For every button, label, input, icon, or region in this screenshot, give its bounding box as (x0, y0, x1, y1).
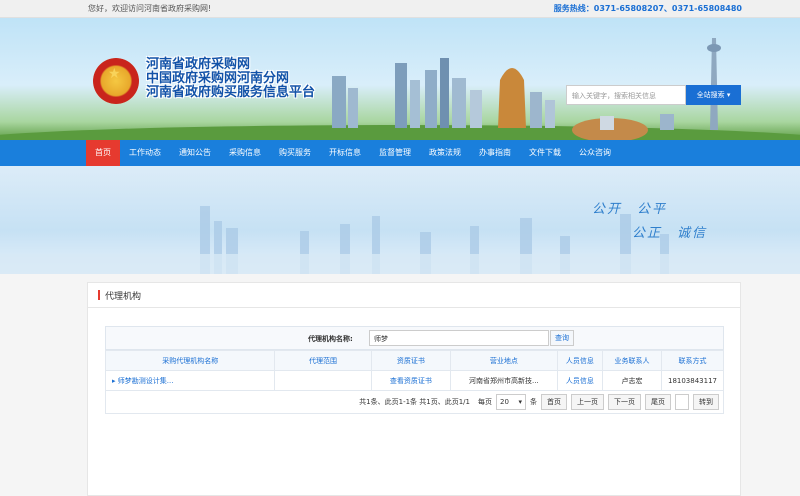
per-page-select[interactable]: 20 ▾ (496, 394, 526, 410)
col-header-contact-person: 业务联系人 (602, 350, 662, 371)
agency-panel: 代理机构 代理机构名称: 师梦 查询 采购代理机构名称 代理范围 资质证书 营业… (87, 282, 741, 496)
col-header-address: 营业地点 (450, 350, 558, 371)
main-nav: 首页 工作动态 通知公告 采购信息 购买服务 开标信息 监督管理 政策法规 办事… (0, 140, 800, 166)
banner-slogan-line-2: 公正 诚信 (632, 226, 708, 241)
banner-skyline-illustration (0, 206, 800, 274)
staff-info-link[interactable]: 人员信息 (556, 370, 604, 391)
nav-item-downloads[interactable]: 文件下载 (520, 140, 570, 166)
site-search-button[interactable]: 全站搜索 ▾ (686, 85, 741, 105)
pagination-summary: 共1条、此页1-1条 共1页、此页1/1 (359, 398, 470, 406)
nav-item-notices[interactable]: 通知公告 (170, 140, 220, 166)
col-header-scope: 代理范围 (274, 350, 372, 371)
caret-down-icon: ▾ (726, 91, 731, 99)
agency-name-link[interactable]: ▸ 师梦勘测设计集... (104, 370, 276, 391)
pagination: 共1条、此页1-1条 共1页、此页1/1 每页 20 ▾ 条 首页 上一页 下一… (105, 390, 724, 414)
scope-cell (274, 370, 372, 391)
site-title-line-3: 河南省政府购买服务信息平台 (146, 85, 316, 100)
nav-item-home[interactable]: 首页 (86, 140, 120, 166)
address-cell: 河南省郑州市高新技... (450, 370, 558, 391)
site-header: ★ 河南省政府采购网 中国政府采购网河南分网 河南省政府购买服务信息平台 输入关… (0, 18, 800, 140)
site-search-button-label: 全站搜索 (696, 91, 725, 99)
nav-item-supervision[interactable]: 监督管理 (370, 140, 420, 166)
col-header-phone: 联系方式 (660, 350, 725, 371)
agency-name-label: 代理机构名称: (308, 335, 353, 343)
table-row: ▸ 师梦勘测设计集... 查看资质证书 河南省郑州市高新技... 人员信息 卢志… (104, 370, 725, 391)
table-header-row: 采购代理机构名称 代理范围 资质证书 营业地点 人员信息 业务联系人 联系方式 (104, 350, 725, 371)
filter-bar: 代理机构名称: 师梦 查询 (105, 326, 724, 350)
site-search-input[interactable]: 输入关键字，搜索相关信息 (566, 85, 686, 105)
first-page-button[interactable]: 首页 (541, 394, 567, 410)
site-title-line-1: 河南省政府采购网 (146, 57, 251, 72)
title-accent-bar (98, 290, 100, 300)
nav-item-bid-opening[interactable]: 开标信息 (320, 140, 370, 166)
top-bar: 您好，欢迎访问河南省政府采购网! 服务热线：0371-65808207、0371… (0, 0, 800, 18)
site-title-line-2: 中国政府采购网河南分网 (146, 71, 290, 86)
service-hotline: 服务热线：0371-65808207、0371-65808480 (553, 4, 742, 13)
agency-name-input[interactable]: 师梦 (369, 330, 549, 346)
nav-item-public-consultation[interactable]: 公众咨询 (570, 140, 620, 166)
col-header-agency-name: 采购代理机构名称 (104, 350, 276, 371)
nav-item-guide[interactable]: 办事指南 (470, 140, 520, 166)
goto-page-input[interactable] (675, 394, 689, 410)
chevron-down-icon: ▾ (518, 398, 522, 406)
per-page-unit: 条 (530, 398, 537, 406)
per-page-value: 20 (500, 398, 509, 406)
nav-item-work-news[interactable]: 工作动态 (120, 140, 170, 166)
col-header-staff: 人员信息 (556, 350, 604, 371)
view-certificate-link[interactable]: 查看资质证书 (370, 370, 452, 391)
nav-item-policies[interactable]: 政策法规 (420, 140, 470, 166)
welcome-text: 您好，欢迎访问河南省政府采购网! (88, 4, 212, 13)
hero-banner: 公开 公平 公正 诚信 (0, 166, 800, 274)
next-page-button[interactable]: 下一页 (608, 394, 641, 410)
banner-slogan-line-1: 公开 公平 (592, 202, 668, 217)
per-page-label: 每页 (478, 398, 492, 406)
national-emblem-logo: ★ (93, 58, 139, 104)
query-button[interactable]: 查询 (550, 330, 574, 346)
goto-page-button[interactable]: 转到 (693, 394, 719, 410)
phone-cell: 18103843117 (660, 370, 725, 391)
nav-item-procurement-info[interactable]: 采购信息 (220, 140, 270, 166)
nav-item-purchase-services[interactable]: 购买服务 (270, 140, 320, 166)
col-header-certificate: 资质证书 (370, 350, 452, 371)
panel-title: 代理机构 (105, 291, 142, 302)
site-title-block: 河南省政府采购网 中国政府采购网河南分网 河南省政府购买服务信息平台 (146, 58, 315, 100)
contact-person-cell: 卢志宏 (602, 370, 662, 391)
panel-header: 代理机构 (88, 283, 740, 308)
agency-table: 采购代理机构名称 代理范围 资质证书 营业地点 人员信息 业务联系人 联系方式 … (104, 350, 725, 391)
prev-page-button[interactable]: 上一页 (571, 394, 604, 410)
last-page-button[interactable]: 尾页 (645, 394, 671, 410)
